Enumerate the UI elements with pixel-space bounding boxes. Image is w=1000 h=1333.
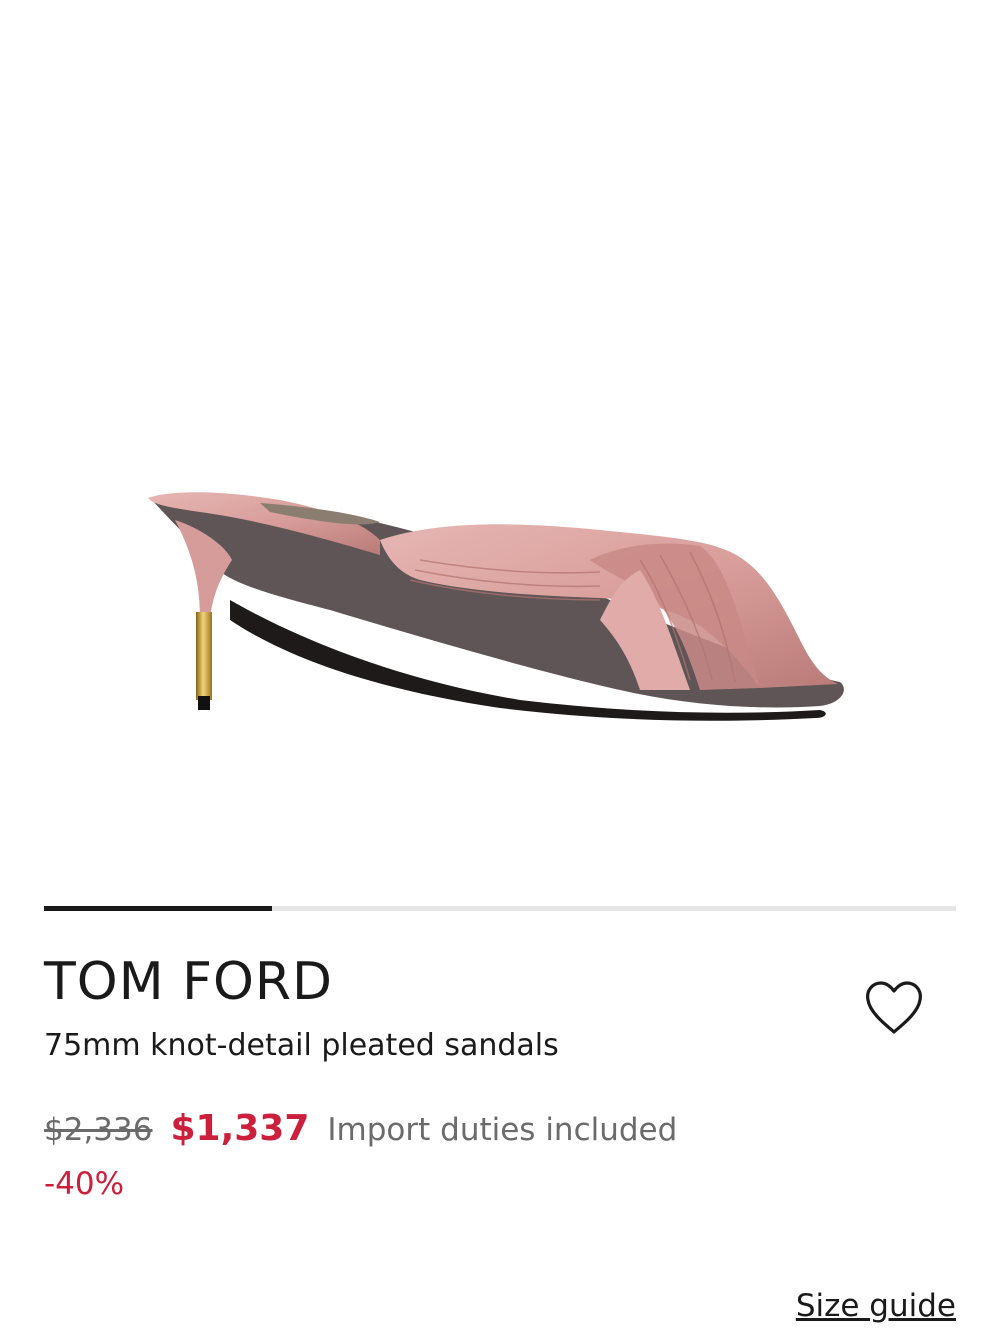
gallery-progress-track (44, 906, 956, 911)
sale-price: $1,337 (170, 1108, 310, 1149)
brand-name[interactable]: TOM FORD (44, 950, 333, 1014)
product-title: 75mm knot-detail pleated sandals (44, 1028, 559, 1063)
import-duties-note: Import duties included (327, 1112, 678, 1148)
price-row: $2,336 $1,337 Import duties included (44, 1108, 677, 1156)
size-guide-link[interactable]: Size guide (796, 1286, 956, 1326)
discount-badge: -40% (44, 1166, 125, 1202)
heart-outline-icon (866, 981, 922, 1034)
original-price: $2,336 (44, 1112, 153, 1148)
wishlist-button[interactable] (862, 978, 926, 1038)
product-image (148, 492, 844, 721)
product-image-gallery[interactable] (0, 0, 1000, 880)
gallery-progress-indicator (44, 906, 272, 911)
